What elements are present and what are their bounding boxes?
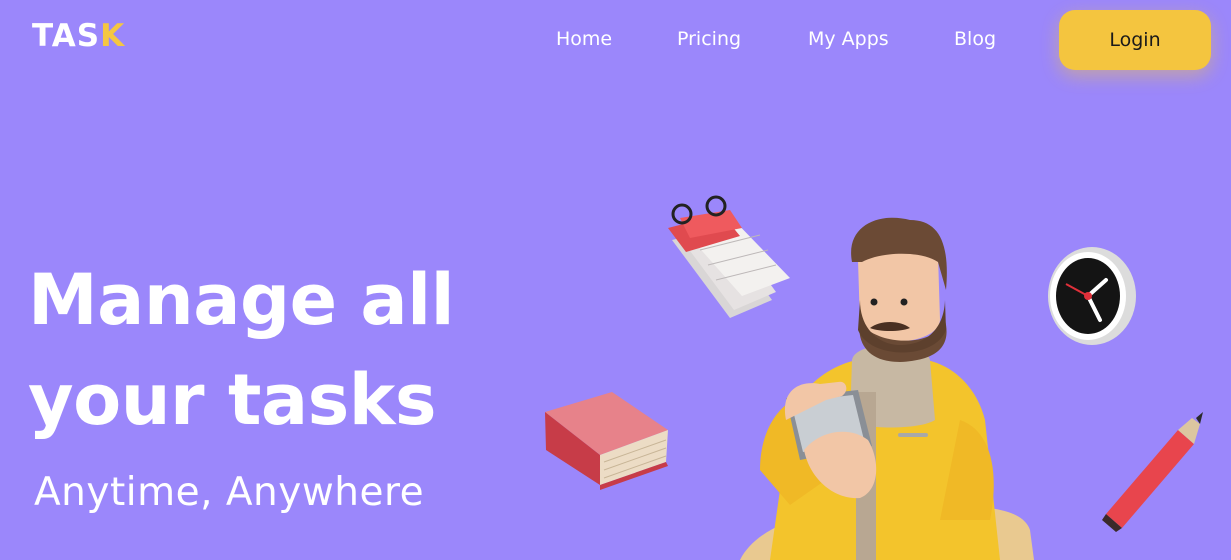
book-icon (545, 392, 668, 490)
hero-illustration (545, 195, 1203, 560)
pencil-icon (1102, 412, 1203, 532)
wall-clock-icon (1048, 247, 1136, 345)
man-with-tablet-illustration (740, 217, 1034, 560)
calendar-icon (668, 195, 790, 318)
